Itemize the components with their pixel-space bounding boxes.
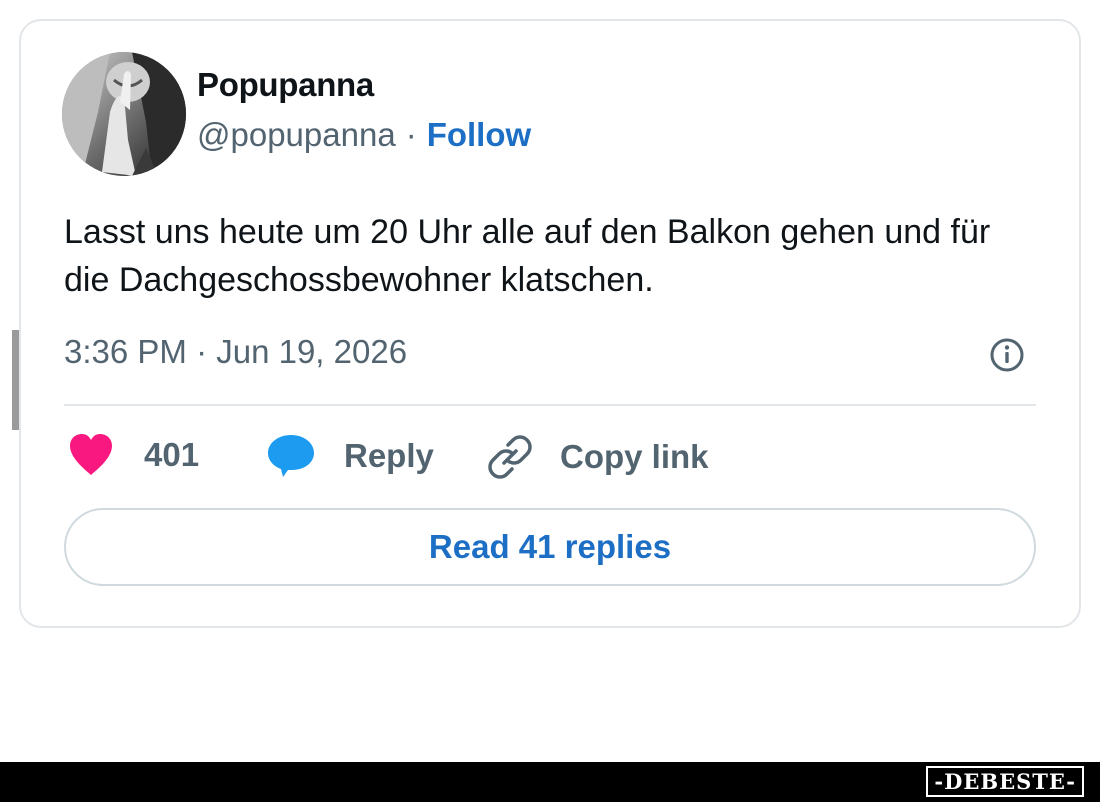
reply-button[interactable]: Reply	[266, 433, 434, 479]
tweet-timestamp[interactable]: 3:36 PM · Jun 19, 2026	[64, 333, 407, 371]
heart-icon	[70, 434, 112, 475]
bottom-watermark-bar: -DEBESTE-	[0, 762, 1100, 802]
speech-bubble-icon	[268, 435, 314, 477]
like-count: 401	[144, 436, 200, 473]
reply-label: Reply	[344, 437, 434, 474]
follow-button[interactable]: Follow	[427, 116, 531, 153]
tweet-text: Lasst uns heute um 20 Uhr alle auf den B…	[64, 213, 991, 299]
avatar-photo	[62, 52, 186, 176]
divider	[64, 404, 1036, 406]
info-icon[interactable]	[989, 337, 1025, 373]
copy-link-button[interactable]: Copy link	[486, 433, 709, 481]
copy-link-label: Copy link	[560, 438, 709, 475]
author-handle[interactable]: @popupanna	[197, 116, 396, 153]
handle-row: @popupanna · Follow	[197, 116, 531, 154]
handle-separator: ·	[405, 116, 417, 153]
link-icon	[488, 435, 532, 479]
like-button[interactable]: 401	[68, 433, 199, 477]
watermark-logo: -DEBESTE-	[926, 766, 1084, 797]
author-name[interactable]: Popupanna	[197, 66, 374, 104]
page: DEBESTE Popupanna @popupanna·Follow La	[0, 0, 1100, 802]
read-replies-button[interactable]: Read 41 replies	[64, 508, 1036, 586]
avatar[interactable]	[62, 52, 186, 176]
